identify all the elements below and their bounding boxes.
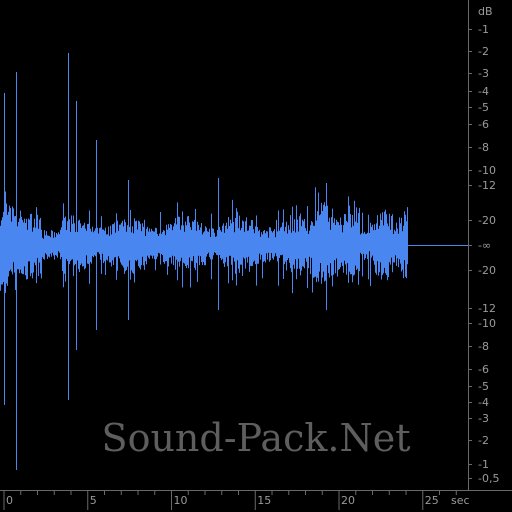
db-label: -1 [478, 458, 489, 471]
db-label: -6 [478, 363, 489, 376]
time-unit-label: sec [451, 494, 470, 507]
db-unit-label: dB [478, 5, 493, 18]
db-label: -12 [478, 302, 496, 315]
db-label: -8 [478, 141, 489, 154]
time-label: 0 [6, 494, 13, 507]
db-label: -12 [478, 179, 496, 192]
waveform-canvas[interactable]: dB-1-2-3-4-5-6-8-10-12-20-∞-20-12-10-8-6… [0, 0, 512, 512]
time-label: 5 [90, 494, 97, 507]
db-label: -10 [478, 164, 496, 177]
audio-waveform-view[interactable]: dB -1 -2 -3 -4 -5 -6 -8 -10 -12 -20 -∞ -20 -12 -10 -8 -6… [0, 0, 512, 512]
time-label: 15 [257, 494, 271, 507]
time-label: 10 [174, 494, 188, 507]
db-label: -8 [478, 340, 489, 353]
db-label: -3 [478, 67, 489, 80]
db-label: -3 [478, 412, 489, 425]
db-center-label: -∞ [478, 239, 491, 252]
watermark-text: Sound-Pack.Net [102, 416, 411, 460]
db-label: -5 [478, 101, 489, 114]
time-label: 25 [425, 494, 439, 507]
db-label: -6 [478, 118, 489, 131]
db-label: -2 [478, 45, 489, 58]
db-label: -20 [478, 214, 496, 227]
db-label: -1 [478, 23, 489, 36]
db-label: -4 [478, 85, 489, 98]
db-label: -5 [478, 380, 489, 393]
db-label: -20 [478, 264, 496, 277]
db-label: -4 [478, 396, 489, 409]
db-label: -10 [478, 317, 496, 330]
db-label: -2 [478, 434, 489, 447]
db-label: -0,5 [478, 472, 499, 485]
time-label: 20 [341, 494, 355, 507]
